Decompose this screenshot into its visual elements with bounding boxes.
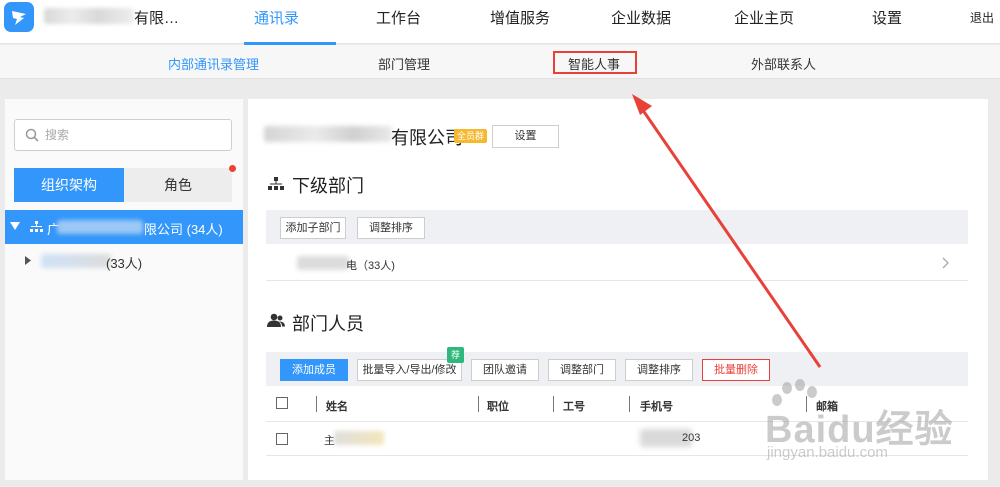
company-name-redacted	[44, 8, 134, 24]
team-invite-button[interactable]: 团队邀请	[471, 359, 539, 381]
users-icon	[267, 313, 285, 327]
org-sidebar: 组织架构 角色 广 限公司 (34人) (33人)	[5, 99, 243, 480]
member-name-redacted	[334, 431, 384, 445]
company-name: 有限…	[134, 10, 180, 27]
tree-node-company[interactable]: 广 限公司 (34人)	[5, 210, 243, 244]
column-position: 职位	[487, 401, 509, 413]
reorder-members-button[interactable]: 调整排序	[625, 359, 693, 381]
nav-contacts[interactable]: 通讯录	[254, 7, 299, 28]
bulk-import-export-button[interactable]: 批量导入/导出/修改	[357, 359, 462, 381]
sub-departments-title: 下级部门	[292, 176, 364, 196]
column-divider	[629, 396, 630, 412]
nav-settings[interactable]: 设置	[872, 7, 902, 28]
subnav-external-contacts[interactable]: 外部联系人	[751, 54, 816, 73]
column-phone: 手机号	[640, 401, 673, 413]
column-divider	[316, 396, 317, 412]
department-members-title: 部门人员	[292, 314, 364, 334]
subnav-department-management[interactable]: 部门管理	[378, 54, 430, 73]
chevron-right-icon[interactable]	[942, 257, 950, 269]
dingtalk-logo-icon	[12, 11, 26, 25]
bulk-delete-button[interactable]: 批量删除	[702, 359, 770, 381]
settings-button[interactable]: 设置	[492, 125, 559, 148]
department-name-redacted	[297, 256, 349, 270]
org-chart-icon	[30, 221, 43, 232]
department-name-redacted	[41, 254, 111, 268]
tab-roles[interactable]: 角色	[124, 168, 232, 202]
recommend-badge: 荐	[447, 347, 464, 363]
nav-enterprise-home[interactable]: 企业主页	[734, 7, 794, 28]
reorder-departments-button[interactable]: 调整排序	[357, 217, 425, 239]
company-name-redacted	[264, 126, 392, 142]
nav-value-services[interactable]: 增值服务	[490, 7, 550, 28]
all-staff-group-badge: 全员群	[454, 129, 488, 143]
search-icon	[25, 128, 39, 142]
tree-node-label: 限公司 (34人)	[144, 222, 223, 237]
column-divider	[553, 396, 554, 412]
select-all-checkbox[interactable]	[276, 397, 288, 409]
tree-node-department[interactable]: (33人)	[5, 246, 243, 276]
watermark-url: jingyan.baidu.com	[767, 444, 888, 461]
caret-down-icon[interactable]	[9, 221, 21, 231]
sub-department-toolbar: 添加子部门 调整排序	[266, 210, 968, 244]
annotation-highlight-box	[553, 51, 637, 74]
subnav-internal-contacts[interactable]: 内部通讯录管理	[168, 54, 259, 73]
caret-right-icon[interactable]	[24, 255, 32, 266]
logout-link[interactable]: 退出	[970, 9, 994, 26]
column-name: 姓名	[326, 401, 348, 413]
search-input[interactable]	[45, 126, 225, 144]
baidu-jingyan-watermark: Baidu经验 jingyan.baidu.com	[765, 378, 985, 468]
company-title: 有限公司	[391, 128, 463, 148]
row-checkbox[interactable]	[276, 433, 288, 445]
nav-workbench[interactable]: 工作台	[376, 7, 421, 28]
nav-enterprise-data[interactable]: 企业数据	[611, 7, 671, 28]
top-nav-bar: 有限… 通讯录 工作台 增值服务 企业数据 企业主页 设置 退出	[0, 0, 1000, 45]
company-name-redacted	[57, 220, 143, 234]
search-box[interactable]	[14, 119, 232, 151]
add-sub-department-button[interactable]: 添加子部门	[280, 217, 346, 239]
tree-node-count: (33人)	[106, 256, 143, 271]
sub-nav-bar: 内部通讯录管理 部门管理 智能人事 外部联系人	[0, 45, 1000, 79]
sub-department-label: 电（33人)	[346, 260, 395, 272]
add-member-button[interactable]: 添加成员	[280, 359, 348, 381]
tab-org-structure[interactable]: 组织架构	[14, 168, 124, 202]
sub-department-row[interactable]: 电（33人)	[266, 247, 968, 281]
column-employee-id: 工号	[563, 401, 585, 413]
column-divider	[478, 396, 479, 412]
org-chart-icon	[268, 177, 284, 190]
member-phone: 203	[682, 432, 701, 444]
app-logo[interactable]	[4, 2, 34, 32]
change-department-button[interactable]: 调整部门	[548, 359, 616, 381]
notification-dot	[229, 165, 236, 172]
